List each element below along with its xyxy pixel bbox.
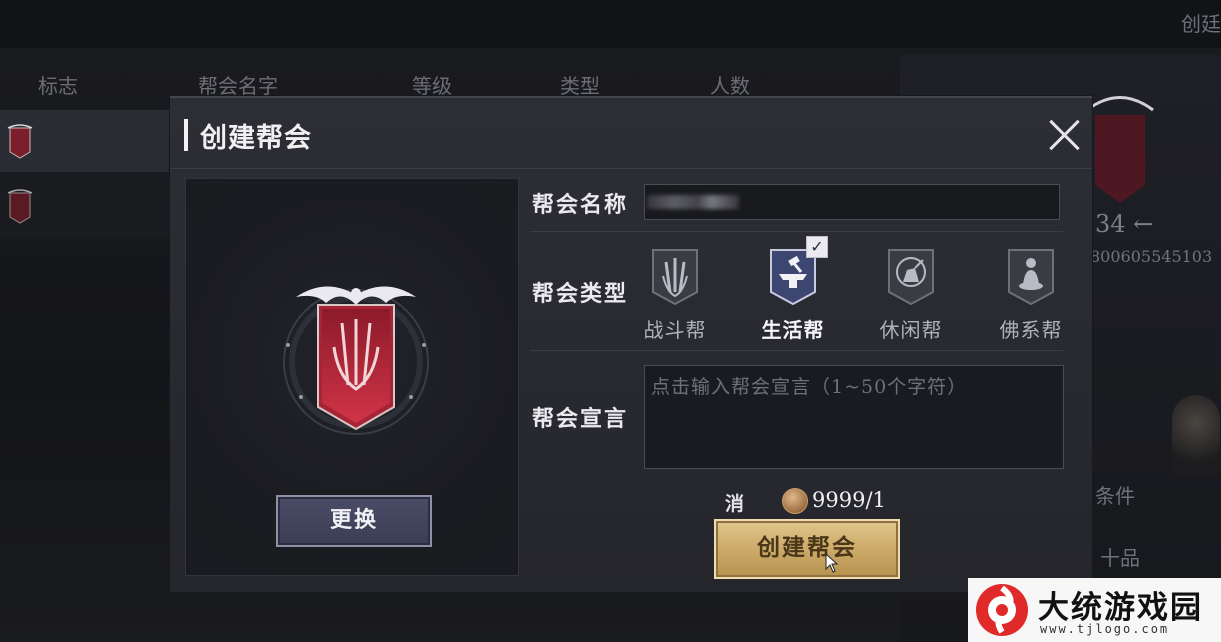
guild-emblem-icon	[7, 189, 33, 224]
header-emblem: 标志	[38, 74, 78, 98]
header-type: 类型	[560, 74, 600, 98]
watermark-url: www.tjlogo.com	[1040, 622, 1170, 636]
change-emblem-button[interactable]: 更换	[276, 495, 432, 547]
create-guild-dialog: 创建帮会 更换 帮会名称 帮会类型 战斗帮 生活帮 ✓ 休闲帮 佛系帮 帮会宣言…	[170, 96, 1092, 592]
dialog-titlebar: 创建帮会	[170, 98, 1092, 169]
divider	[530, 350, 1063, 351]
cost-value: 9999/1	[812, 488, 886, 512]
title-accent-bar	[184, 119, 188, 151]
coin-icon	[782, 488, 808, 514]
site-watermark: 大统游戏园 www.tjlogo.com	[968, 578, 1221, 642]
swords-icon	[652, 249, 698, 306]
site-logo-icon	[976, 584, 1028, 636]
character-avatar	[1172, 395, 1220, 475]
create-guild-tab[interactable]: 创廷	[1181, 8, 1221, 37]
header-member-count: 人数	[710, 74, 750, 98]
divider	[530, 231, 1063, 232]
type-label-leisure: 休闲帮	[879, 318, 943, 342]
emblem-preview-panel: 更换	[185, 178, 519, 576]
declaration-placeholder: 点击输入帮会宣言（1~50个字符）	[651, 376, 968, 398]
type-label-combat: 战斗帮	[643, 318, 707, 342]
guild-name-label: 帮会名称	[532, 192, 629, 218]
guild-declaration-input[interactable]: 点击输入帮会宣言（1~50个字符）	[644, 365, 1064, 469]
watermark-title: 大统游戏园	[1038, 590, 1203, 626]
mouse-cursor-icon	[825, 553, 839, 573]
condition-label: 条件	[1095, 484, 1135, 508]
type-option-combat[interactable]: 战斗帮	[640, 248, 710, 344]
guild-type-label: 帮会类型	[532, 281, 629, 307]
type-label-buddhist: 佛系帮	[999, 318, 1063, 342]
header-level: 等级	[412, 74, 452, 98]
type-option-buddhist[interactable]: 佛系帮	[996, 248, 1066, 344]
type-option-leisure[interactable]: 休闲帮	[876, 248, 946, 344]
member-count-text: 34 ←	[1095, 210, 1154, 238]
guild-banner-icon	[283, 286, 429, 435]
guild-list-row[interactable]	[0, 110, 175, 172]
create-guild-button[interactable]: 创建帮会	[714, 519, 900, 579]
fishing-icon	[888, 249, 934, 306]
type-label-life: 生活帮	[761, 318, 825, 342]
header-guild-name: 帮会名字	[198, 74, 278, 98]
level-requirement: 十品	[1100, 546, 1140, 570]
guild-emblem-icon	[7, 124, 33, 159]
meditation-icon	[1008, 249, 1054, 306]
guild-declaration-label: 帮会宣言	[532, 406, 629, 432]
selected-checkbox-icon: ✓	[806, 236, 828, 258]
guild-list-row[interactable]	[0, 175, 175, 237]
top-bar: 创廷	[0, 0, 1221, 48]
guild-emblem-large-icon	[1086, 96, 1154, 203]
type-option-life[interactable]: 生活帮	[758, 248, 828, 344]
blurred-name-text	[647, 195, 739, 209]
dialog-title: 创建帮会	[200, 123, 312, 154]
close-button[interactable]	[1048, 118, 1082, 152]
guild-id-text: 800605545103	[1090, 247, 1213, 266]
